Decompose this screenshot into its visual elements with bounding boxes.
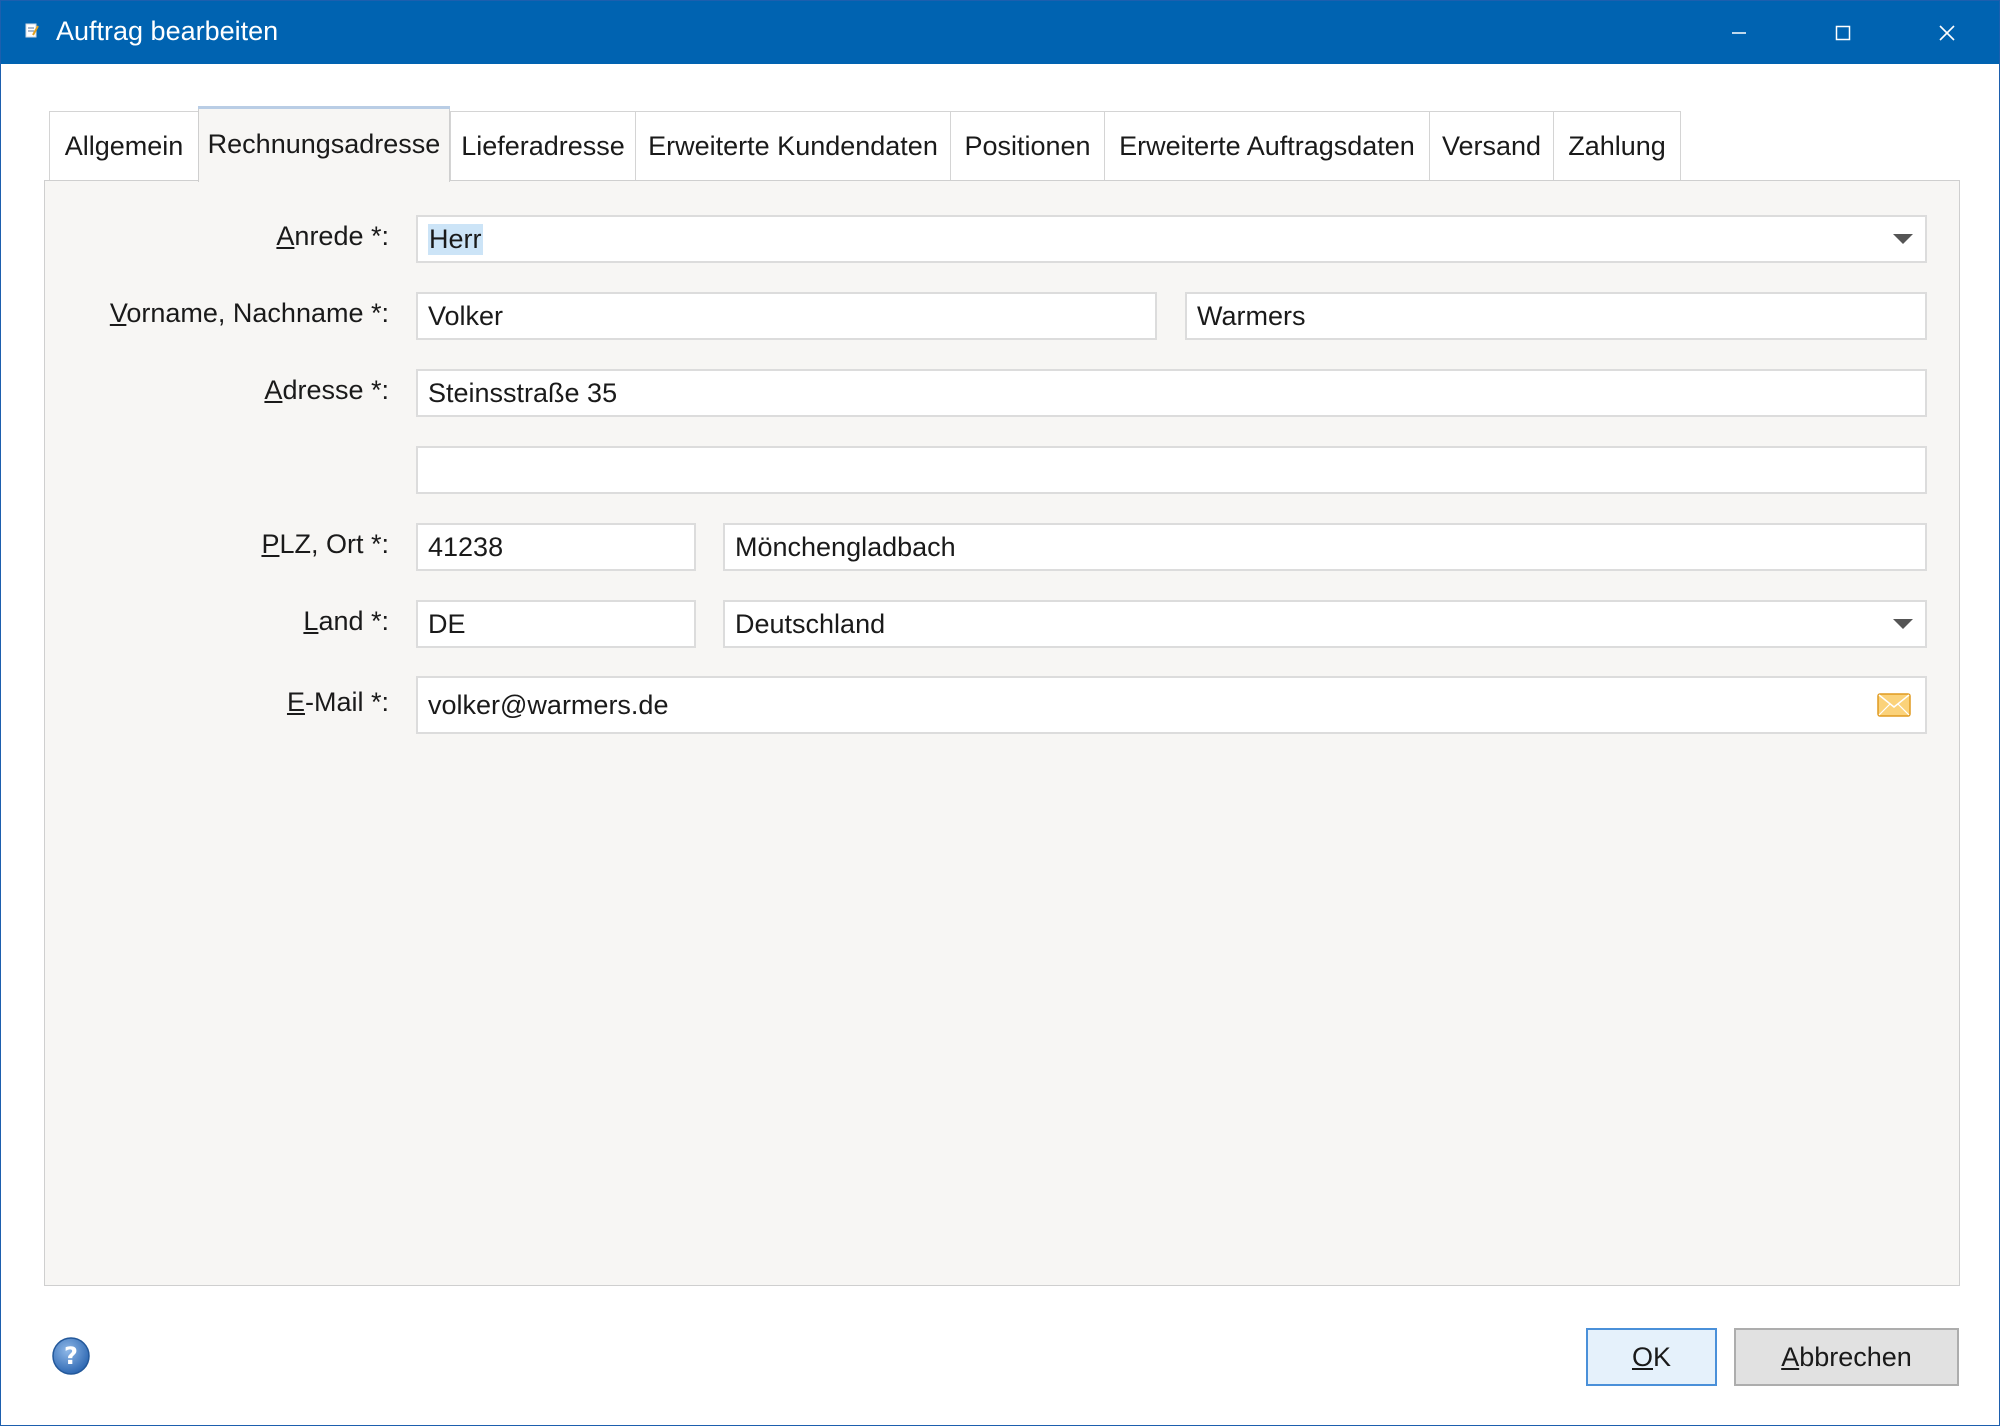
mnemonic: E [286,687,305,717]
tab-positionen[interactable]: Positionen [950,111,1105,181]
country-code-input[interactable]: DE [416,600,696,648]
tab-label: Zahlung [1568,131,1666,161]
adresse-label: Adresse *: [264,375,389,406]
name-label: Vorname, Nachname *: [110,298,389,329]
last-name-input[interactable]: Warmers [1185,292,1927,340]
dropdown-arrow-icon[interactable] [1893,234,1913,244]
plz-input[interactable]: 41238 [416,523,696,571]
tab-label: Allgemein [64,131,184,161]
ok-button[interactable]: OK [1586,1328,1717,1386]
first-name-value: Volker [428,300,504,331]
label-text: -Mail *: [304,687,389,717]
mnemonic: A [1781,1341,1800,1372]
close-button[interactable] [1895,1,1999,64]
cancel-button[interactable]: Abbrechen [1734,1328,1959,1386]
cancel-label: Abbrechen [1781,1342,1912,1373]
email-value: volker@warmers.de [428,689,669,720]
svg-text:?: ? [64,1342,78,1370]
tab-erweiterte-kundendaten[interactable]: Erweiterte Kundendaten [635,111,951,181]
mnemonic: O [1631,1341,1653,1372]
maximize-icon [1835,25,1851,40]
country-value: Deutschland [735,608,886,639]
mnemonic: A [276,221,295,251]
title-bar[interactable]: Auftrag bearbeiten [1,1,1999,64]
plz-ort-label: PLZ, Ort *: [261,529,389,560]
label-text: nrede *: [294,221,389,251]
address-line1-input[interactable]: Steinsstraße 35 [416,369,1927,417]
maximize-button[interactable] [1791,1,1895,64]
anrede-value: Herr [428,223,483,255]
tab-lieferadresse[interactable]: Lieferadresse [450,111,636,181]
app-icon [25,23,39,38]
country-code-value: DE [428,608,466,639]
ort-input[interactable]: Mönchengladbach [723,523,1927,571]
ok-label: OK [1632,1342,1671,1373]
tab-label: Positionen [964,131,1091,161]
country-select[interactable]: Deutschland [723,600,1927,648]
address-line2-input[interactable] [416,446,1927,494]
dialog-window: Auftrag bearbeiten Allgemein Rechnungsad… [0,0,2000,1426]
tab-erweiterte-auftragsdaten[interactable]: Erweiterte Auftragsdaten [1104,111,1430,181]
anrede-select[interactable]: Herr [416,215,1927,263]
land-label: Land *: [303,606,389,637]
window-title: Auftrag bearbeiten [56,16,279,46]
tab-label: Rechnungsadresse [207,129,441,159]
mnemonic: V [109,298,127,328]
label-text: bbrechen [1799,1341,1912,1372]
tab-versand[interactable]: Versand [1429,111,1554,181]
tab-rechnungsadresse[interactable]: Rechnungsadresse [198,106,450,182]
tab-allgemein[interactable]: Allgemein [49,111,199,181]
close-icon [1939,24,1955,41]
tab-label: Erweiterte Kundendaten [648,131,938,161]
dropdown-arrow-icon[interactable] [1893,619,1913,629]
tab-label: Lieferadresse [461,131,625,161]
ort-value: Mönchengladbach [735,531,956,562]
mnemonic: P [261,529,280,559]
email-label: E-Mail *: [287,687,389,718]
tab-panel-rechnungsadresse: Anrede *: Herr Vorname, Nachname *: Volk… [44,180,1960,1286]
label-text: orname, Nachname *: [126,298,389,328]
first-name-input[interactable]: Volker [416,292,1157,340]
help-icon[interactable]: ? [51,1336,91,1376]
anrede-label: Anrede *: [276,221,389,252]
address-line1-value: Steinsstraße 35 [428,377,618,408]
tab-label: Erweiterte Auftragsdaten [1119,131,1415,161]
email-input[interactable]: volker@warmers.de [416,676,1927,734]
mail-icon[interactable] [1877,693,1911,717]
label-text: LZ, Ort *: [279,529,389,559]
plz-value: 41238 [428,531,504,562]
label-text: and *: [318,606,389,636]
mnemonic: L [303,606,319,636]
minimize-icon [1732,31,1746,34]
label-text: dresse *: [282,375,389,405]
label-text: K [1653,1341,1672,1372]
tab-label: Versand [1441,131,1542,161]
tab-zahlung[interactable]: Zahlung [1553,111,1681,181]
mnemonic: A [264,375,283,405]
last-name-value: Warmers [1197,300,1306,331]
minimize-button[interactable] [1687,1,1791,64]
